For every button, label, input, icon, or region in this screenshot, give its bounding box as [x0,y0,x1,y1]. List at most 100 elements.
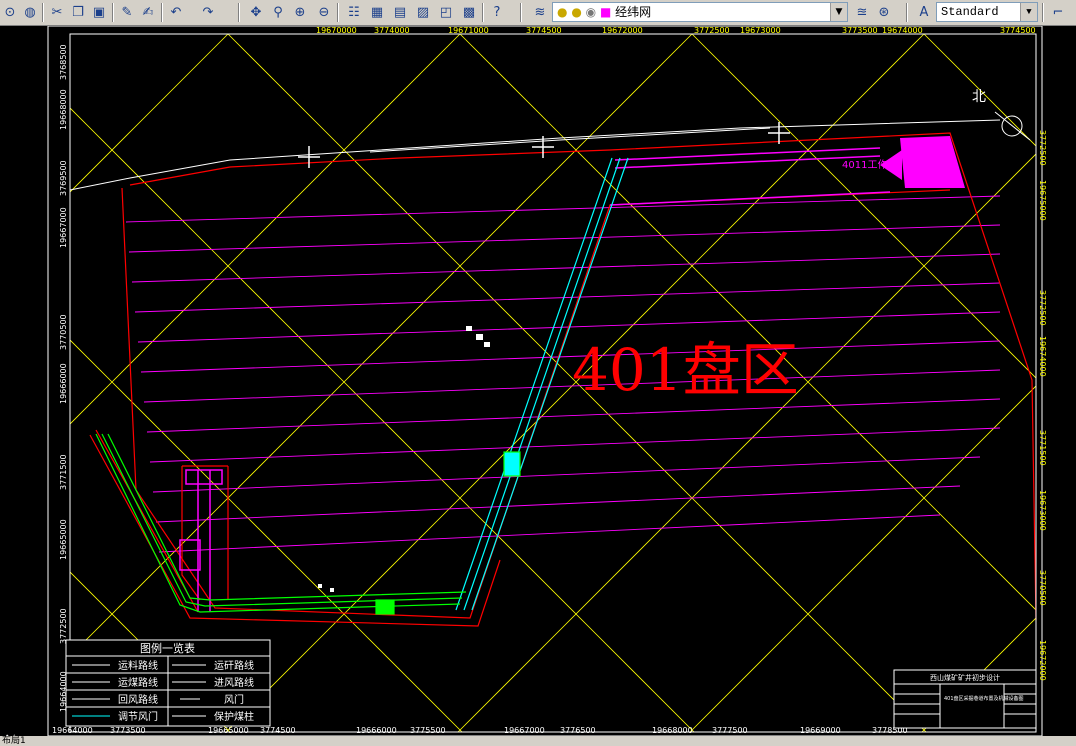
panel-line [125,195,1001,223]
copy-icon[interactable]: ❐ [68,2,88,22]
toolbar-separator [906,3,908,22]
dimstyle-icon[interactable]: ⌐ [1048,2,1068,22]
coord-label: 3774500 [260,726,296,735]
globe-icon[interactable]: ◍ [20,2,40,22]
sun-icon: ● [571,5,582,19]
mine-boundary [89,132,1037,627]
grid-line [70,34,461,425]
coord-label: 3773500 [110,726,146,735]
north-label: 北 [972,89,986,105]
surface-road [69,119,1001,191]
coord-label: 19671000 [448,26,489,35]
coord-label: 3772500 [1038,290,1047,326]
toolbar-separator [161,3,163,22]
legend-item: 保护煤柱 [214,710,254,723]
coord-label: 3770500 [59,314,68,350]
layer-prev-icon[interactable]: ≊ [852,2,872,22]
redo-icon[interactable]: ↷ [198,2,218,22]
markup-icon[interactable]: ◰ [436,2,456,22]
toolbar-separator [520,3,522,22]
layer-state-icon[interactable]: ⊛ [874,2,894,22]
coord-label: 3775500 [410,726,446,735]
paste-icon[interactable]: ▣ [89,2,109,22]
legend-item: 运煤路线 [118,676,158,689]
help-icon[interactable]: ? [487,2,507,22]
cut-icon[interactable]: ✂ [47,2,67,22]
coord-label: 3770500 [1038,570,1047,606]
legend-item: 运矸路线 [214,659,254,672]
designcenter-icon[interactable]: ▦ [367,2,387,22]
coord-label: 19668000 [652,726,693,735]
coord-label: 3768500 [59,44,68,80]
toolbar-separator [238,3,240,22]
standard-toolbar: ⊙ ◍ ✂ ❐ ▣ ✎ ✍ ↶ ↷ ✥ ⚲ ⊕ ⊖ ☷ ▦ ▤ ▨ ◰ ▩ ? … [0,0,1076,26]
toolbar-separator [1042,3,1044,22]
text-style-icon[interactable]: A [914,2,934,22]
toolbar-separator [112,3,114,22]
sheetset-icon[interactable]: ▨ [413,2,433,22]
panel-line [158,514,941,553]
coord-label: 19666000 [59,363,68,404]
left-coordinates: 3768500 19668000 3769500 19667000 377050… [59,44,68,712]
color-swatch-icon: ■ [599,5,612,19]
undo-icon[interactable]: ↶ [166,2,186,22]
coord-label: 19672000 [602,26,643,35]
legend-item: 运料路线 [118,659,158,672]
layer-manager-icon[interactable]: ≋ [530,2,550,22]
drawing-canvas[interactable]: 北 4011工作面 401盘区 19670000 3774000 1967100… [0,26,1076,736]
panel-line [140,340,1001,373]
coord-label: 19670000 [316,26,357,35]
coord-label: 3774500 [526,26,562,35]
legend-item: 风门 [224,693,244,706]
coord-label: 19665000 [59,519,68,560]
legend-item: 调节风门 [118,710,158,723]
brush-icon[interactable]: ✍ [138,2,158,22]
coord-label: 19673000 [1038,490,1047,531]
district-label: 401盘区 [572,336,799,404]
cad-drawing: 北 4011工作面 401盘区 19670000 3774000 1967100… [47,26,1047,736]
pan-icon[interactable]: ✥ [246,2,266,22]
text-style-dropdown[interactable]: Standard ▼ [936,2,1038,22]
panel-line [131,253,1001,283]
zoom-realtime-icon[interactable]: ⚲ [268,2,288,22]
coord-label: 19665000 [208,726,249,735]
layer-dropdown[interactable]: ● ● ◉ ■ 经纬网 ▼ [552,2,848,22]
panel-line [152,456,981,493]
toolbar-separator [482,3,484,22]
coord-label: 3771500 [59,454,68,490]
text-style-value: Standard [941,5,999,19]
grid-line [70,571,231,732]
coord-label: 3777500 [712,726,748,735]
chevron-down-icon[interactable]: ▼ [830,3,847,21]
toolpalette-icon[interactable]: ▤ [390,2,410,22]
legend-title: 图例一览表 [140,641,195,655]
coord-label: 19669000 [800,726,841,735]
coord-label: 3772500 [1038,130,1047,166]
legend-item: 回风路线 [118,693,158,706]
properties-icon[interactable]: ☷ [344,2,364,22]
coord-label: 19664000 [52,726,93,735]
layout-tab[interactable]: 布局1 [2,736,26,746]
panel-line [149,427,1001,463]
haulage-roadway [95,433,521,615]
coord-label: 19673000 [740,26,781,35]
chevron-down-icon[interactable]: ▼ [1020,3,1037,21]
zoom-window-icon[interactable]: ⊕ [290,2,310,22]
bottom-coordinates: 19664000 3773500 19665000 3774500 196660… [52,726,908,735]
drawing-frame [47,26,1043,736]
coord-label: 3772500 [694,26,730,35]
zoom-previous-icon[interactable]: ⊖ [314,2,334,22]
layer-name: 经纬网 [615,5,652,19]
toolbar-separator [337,3,339,22]
matchprop-icon[interactable]: ✎ [117,2,137,22]
coord-label: 19675000 [1038,180,1047,221]
open-icon[interactable]: ⊙ [0,2,20,22]
panel-lines [125,195,1001,553]
coord-label: 3772500 [59,608,68,644]
calculator-icon[interactable]: ▩ [459,2,479,22]
coord-label: 19667000 [504,726,545,735]
coord-label: 3774000 [374,26,410,35]
coord-label: 3769500 [59,160,68,196]
annotation-clutter [318,326,490,592]
panel-line [155,485,961,523]
